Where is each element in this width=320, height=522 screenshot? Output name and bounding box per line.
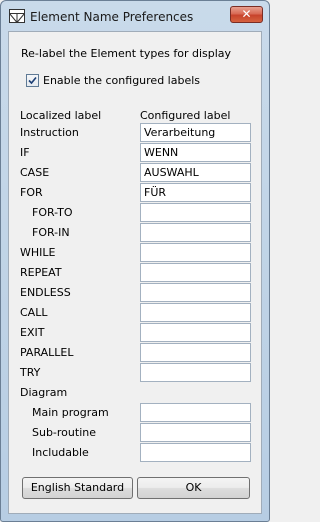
row-label: TRY [20, 366, 41, 379]
dialog-content: Re-label the Element types for display E… [8, 31, 262, 514]
configured-label-field[interactable] [140, 263, 251, 282]
row-label: CALL [20, 306, 48, 319]
configured-label-field[interactable]: WENN [140, 143, 251, 162]
row-label: Sub-routine [32, 426, 96, 439]
row-label: Diagram [20, 386, 68, 399]
configured-label-field[interactable] [140, 223, 251, 242]
configured-label-field[interactable] [140, 423, 251, 442]
close-icon: ✕ [241, 7, 252, 21]
ok-button[interactable]: OK [137, 477, 250, 499]
configured-label-field[interactable] [140, 243, 251, 262]
english-standard-button[interactable]: English Standard [22, 477, 133, 499]
title-bar[interactable]: Element Name Preferences ✕ [1, 1, 269, 31]
row-label: FOR-TO [32, 206, 73, 219]
window-title: Element Name Preferences [30, 10, 194, 24]
configured-label-field[interactable] [140, 363, 251, 382]
enable-labels-label[interactable]: Enable the configured labels [43, 74, 200, 87]
row-label: Instruction [20, 126, 79, 139]
row-label: ENDLESS [20, 286, 71, 299]
row-label: FOR-IN [32, 226, 70, 239]
configured-label-field[interactable] [140, 203, 251, 222]
configured-label-field[interactable]: AUSWAHL [140, 163, 251, 182]
enable-labels-checkbox[interactable] [26, 74, 39, 87]
configured-label-field[interactable]: Verarbeitung [140, 123, 251, 142]
row-label: CASE [20, 166, 50, 179]
configured-label-header: Configured label [140, 109, 231, 122]
configured-label-field[interactable] [140, 323, 251, 342]
close-button[interactable]: ✕ [230, 6, 263, 23]
checkmark-icon [28, 76, 37, 85]
configured-label-field[interactable]: FÜR [140, 183, 251, 202]
configured-label-field[interactable] [140, 343, 251, 362]
row-label: PARALLEL [20, 346, 74, 359]
configured-label-field[interactable] [140, 403, 251, 422]
description-text: Re-label the Element types for display [21, 47, 232, 60]
localized-label-header: Localized label [20, 109, 102, 122]
row-label: Main program [32, 406, 109, 419]
row-label: IF [20, 146, 30, 159]
app-structogram-icon [9, 9, 25, 23]
row-label: Includable [32, 446, 89, 459]
configured-label-field[interactable] [140, 443, 251, 462]
dialog-window: Element Name Preferences ✕ Re-label the … [0, 0, 270, 522]
row-label: EXIT [20, 326, 45, 339]
row-label: FOR [20, 186, 43, 199]
configured-label-field[interactable] [140, 303, 251, 322]
row-label: REPEAT [20, 266, 62, 279]
row-label: WHILE [20, 246, 56, 259]
configured-label-field[interactable] [140, 283, 251, 302]
